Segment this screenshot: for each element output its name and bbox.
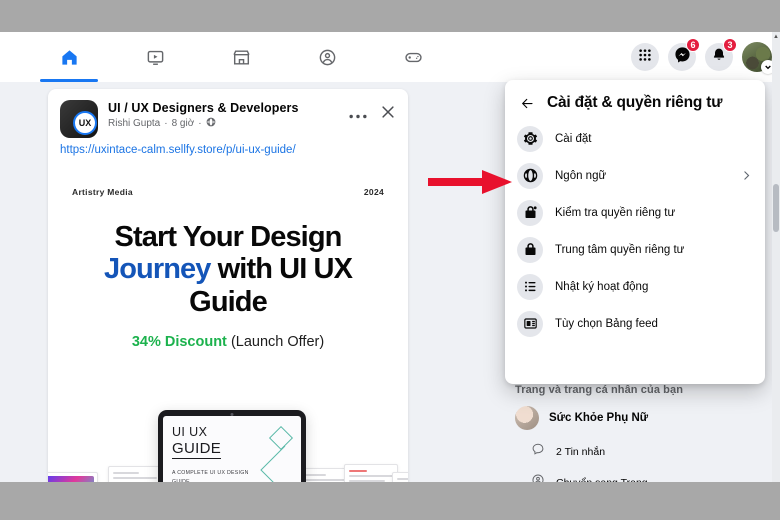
video-icon [146,48,165,67]
post-card: UX UI / UX Designers & Developers Rishi … [48,89,408,482]
flyout-header: Cài đặt & quyền riêng tư [511,88,759,120]
close-icon[interactable] [380,104,396,125]
message-icon [531,442,545,461]
rail-action-switch-page[interactable]: Chuyển sang Trang [505,467,773,482]
nav-tab-home[interactable] [26,32,112,82]
tablet-device: UI UX GUIDE A COMPLETE UI UX DESIGN GUID… [158,410,306,482]
flyout-item-language[interactable]: Ngôn ngữ [511,157,759,194]
flyout-title: Cài đặt & quyền riêng tư [547,94,723,111]
rail-section-title: Trang và trang cá nhân của bạn [515,384,684,396]
rail-action-messages-label: 2 Tin nhắn [556,445,606,458]
thumbnail-card [108,466,162,482]
messenger-button[interactable]: 6 [668,38,700,71]
rail-page-item[interactable]: Sức Khỏe Phụ Nữ [505,400,773,436]
post-header: UX UI / UX Designers & Developers Rishi … [48,89,408,138]
tablet-decoration [260,426,294,482]
post-submeta: Rishi Gupta · 8 giờ · [108,117,349,130]
post-page-avatar[interactable]: UX [60,100,98,138]
headline-line-2-rest: with UI UX [210,253,353,286]
notifications-button[interactable]: 3 [705,38,737,71]
page-scrollbar-thumb[interactable] [773,184,779,232]
creative-discount: 34% Discount (Launch Offer) [48,334,408,350]
top-right-actions: 6 3 [631,32,775,82]
ux-badge: UX [73,111,97,135]
creative-headline: Start Your Design Journey with UI UX Gui… [48,221,408,318]
groups-icon [318,48,337,67]
globe-icon [517,162,543,189]
headline-accent: Journey [103,253,211,286]
post-link[interactable]: https://uxintace-calm.sellfy.store/p/ui-… [48,138,408,165]
flyout-item-settings-label: Cài đặt [555,132,592,145]
post-page-name[interactable]: UI / UX Designers & Developers [108,101,349,115]
chevron-right-icon [740,169,753,182]
post-time[interactable]: 8 giờ [172,118,195,129]
right-rail: Trang và trang cá nhân của bạn Sức Khỏe … [505,384,773,482]
creative-brand: Artistry Media [72,187,133,197]
notifications-badge: 3 [723,38,737,52]
account-avatar-button[interactable] [742,42,775,74]
post-separator-1: · [164,118,168,129]
grid-menu-button[interactable] [631,43,659,71]
post-separator-2: · [198,118,202,129]
nav-tab-marketplace[interactable] [198,32,284,82]
list-icon [517,273,543,300]
messenger-badge: 6 [686,38,700,52]
thumbnail-card [48,472,98,482]
lock-check-icon [517,199,543,226]
creative-year: 2024 [363,187,384,197]
gear-icon [517,125,543,152]
lock-icon [517,236,543,263]
discount-value: 34% Discount [131,334,227,351]
post-author[interactable]: Rishi Gupta [108,118,160,129]
flyout-item-privacy-center[interactable]: Trung tâm quyền riêng tư [511,231,759,268]
post-meta: UI / UX Designers & Developers Rishi Gup… [108,100,349,130]
back-arrow-icon[interactable] [517,96,537,111]
discount-note: (Launch Offer) [230,334,325,351]
tablet-title-line-2: GUIDE [172,440,222,459]
grid-menu-icon [638,48,652,67]
post-actions [349,100,396,125]
settings-privacy-flyout: Cài đặt & quyền riêng tư Cài đặt Ngôn ng… [505,80,765,384]
flyout-item-privacy-checkup-label: Kiểm tra quyền riêng tư [555,206,676,219]
page-avatar [515,406,539,430]
nav-tab-gaming[interactable] [370,32,456,82]
flyout-item-activity-log-label: Nhật ký hoạt động [555,280,649,293]
ellipsis-icon[interactable] [349,106,367,124]
switch-profile-icon [531,473,545,482]
post-creative-image[interactable]: Artistry Media 2024 Start Your Design Jo… [48,175,408,482]
flyout-item-privacy-center-label: Trung tâm quyền riêng tư [555,243,685,256]
red-arrow-pointer [428,168,512,201]
flyout-item-activity-log[interactable]: Nhật ký hoạt động [511,268,759,305]
flyout-item-settings[interactable]: Cài đặt [511,120,759,157]
marketplace-icon [232,48,251,67]
page-scrollbar-track[interactable]: ▲ [772,32,780,482]
headline-line-3: Guide [189,285,268,318]
creative-device-stage: UI UX GUIDE A COMPLETE UI UX DESIGN GUID… [48,410,408,482]
tablet-screen: UI UX GUIDE A COMPLETE UI UX DESIGN GUID… [163,416,301,482]
flyout-item-privacy-checkup[interactable]: Kiểm tra quyền riêng tư [511,194,759,231]
flyout-item-language-label: Ngôn ngữ [555,169,607,182]
nav-tab-video[interactable] [112,32,198,82]
rail-page-name: Sức Khỏe Phụ Nữ [549,412,649,424]
feed-panel-icon [517,310,543,337]
facebook-app-window: 6 3 UX UI / UX Designers & Developers Ri… [0,32,780,482]
nav-tab-groups[interactable] [284,32,370,82]
thumbnail-card [392,472,408,482]
home-icon [60,48,79,67]
headline-line-1: Start Your Design [114,221,343,253]
nav-tabs [26,32,456,82]
headline-line-2: Journey with UI UX [56,253,400,285]
globe-icon [206,117,216,130]
flyout-item-feed-preferences[interactable]: Tùy chọn Bảng feed [511,305,759,342]
thumbnail-card [344,464,398,482]
rail-action-messages[interactable]: 2 Tin nhắn [505,436,773,467]
flyout-item-feed-preferences-label: Tùy chọn Bảng feed [555,317,658,330]
top-navigation-bar: 6 3 [0,32,780,82]
scrollbar-up-arrow-icon[interactable]: ▲ [773,34,779,40]
creative-top-row: Artistry Media 2024 [48,175,408,197]
rail-action-switch-page-label: Chuyển sang Trang [556,477,648,483]
gaming-icon [404,48,423,67]
